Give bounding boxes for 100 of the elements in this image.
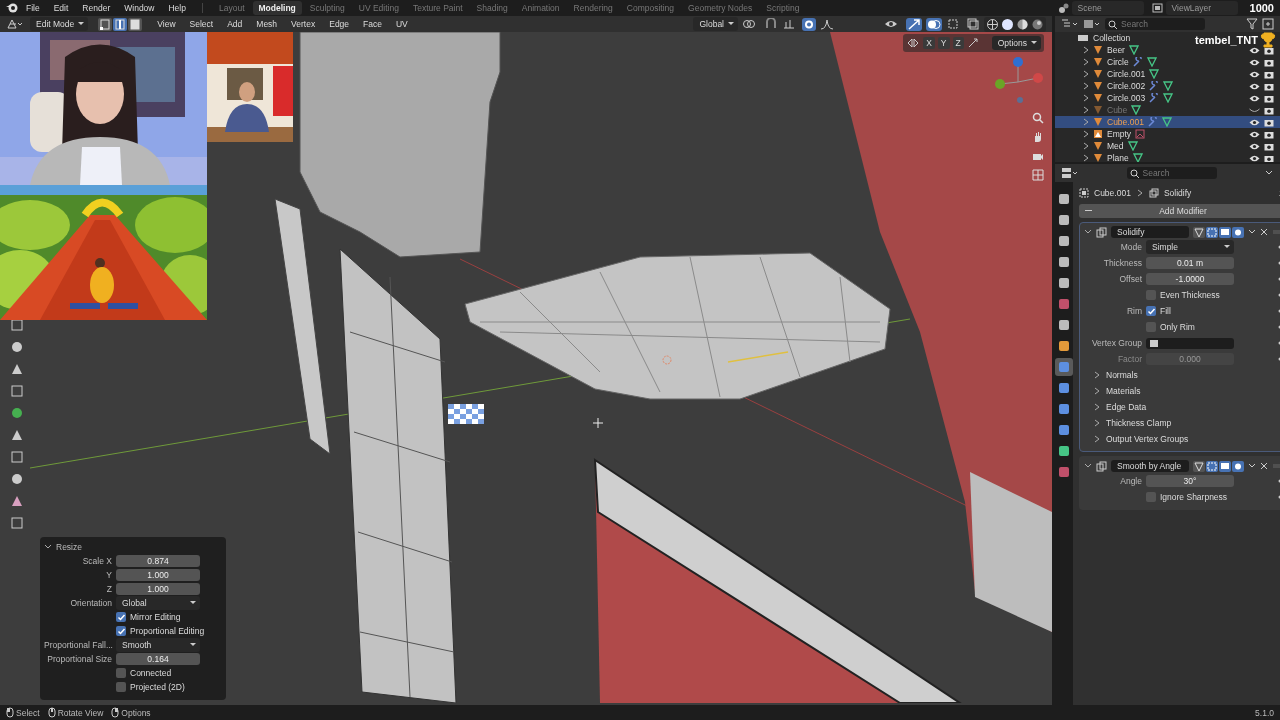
collection-name[interactable]: Collection bbox=[1093, 33, 1131, 43]
menu-item[interactable]: Edit bbox=[47, 3, 75, 13]
mesh-data-icon[interactable] bbox=[1163, 81, 1174, 91]
mesh-data-icon[interactable] bbox=[1146, 57, 1157, 67]
menu-item[interactable]: Vertex bbox=[286, 19, 321, 29]
number-field[interactable]: 0.01 m bbox=[1146, 257, 1234, 269]
subpanel-header[interactable]: Thickness Clamp bbox=[1084, 415, 1280, 431]
solid-shading-icon[interactable] bbox=[1001, 17, 1014, 31]
menu-item[interactable]: Mesh bbox=[251, 19, 283, 29]
subpanel-header[interactable]: Normals bbox=[1084, 367, 1280, 383]
number-field[interactable]: 0.164 bbox=[116, 653, 200, 665]
filter-icon[interactable] bbox=[1246, 18, 1258, 30]
tool-icon[interactable] bbox=[10, 406, 24, 420]
outliner-row[interactable]: Circle.002 bbox=[1055, 80, 1280, 92]
eye-icon[interactable] bbox=[1249, 81, 1260, 91]
mode-dropdown[interactable]: Edit Mode bbox=[30, 17, 89, 31]
dropdown[interactable]: Simple bbox=[1146, 240, 1234, 254]
workspace-tab[interactable]: Rendering bbox=[567, 1, 619, 15]
camera-icon[interactable] bbox=[1264, 153, 1274, 162]
overlays-icon[interactable] bbox=[926, 17, 942, 31]
close-icon[interactable] bbox=[1260, 462, 1268, 470]
view-layer-field[interactable]: ViewLayer bbox=[1165, 1, 1238, 15]
falloff-curve-icon[interactable] bbox=[820, 18, 836, 30]
mesh-data-icon[interactable] bbox=[1163, 93, 1174, 103]
search-field[interactable]: Search bbox=[1105, 18, 1205, 30]
search-field[interactable]: Search bbox=[1126, 167, 1217, 179]
subpanel-header[interactable]: Edge Data bbox=[1084, 399, 1280, 415]
add-modifier-button[interactable]: Add Modifier bbox=[1079, 204, 1280, 218]
scene-field[interactable]: Scene bbox=[1071, 1, 1144, 15]
tool-icon[interactable] bbox=[10, 472, 24, 486]
eye-icon[interactable] bbox=[1249, 153, 1260, 162]
workspace-tab[interactable]: UV Editing bbox=[352, 1, 405, 15]
tool-icon[interactable] bbox=[10, 384, 24, 398]
eye-icon[interactable] bbox=[1249, 93, 1260, 103]
checkbox[interactable] bbox=[1146, 322, 1156, 332]
number-field[interactable]: 1.000 bbox=[116, 569, 200, 581]
chevron-down-icon[interactable] bbox=[1248, 462, 1256, 470]
toggle-icon[interactable] bbox=[1232, 226, 1244, 238]
wrench-icon[interactable] bbox=[1132, 57, 1143, 67]
menu-item[interactable]: Window bbox=[118, 3, 161, 13]
camera-icon[interactable] bbox=[1264, 141, 1274, 151]
outliner-row[interactable]: Med bbox=[1055, 140, 1280, 152]
wrench-icon[interactable] bbox=[1147, 117, 1158, 127]
subpanel-header[interactable]: Output Vertex Groups bbox=[1084, 431, 1280, 447]
menu-item[interactable]: Render bbox=[76, 3, 117, 13]
eye-icon[interactable] bbox=[1249, 117, 1260, 127]
outliner-row[interactable]: Circle.001 bbox=[1055, 68, 1280, 80]
filter-mode-icon[interactable] bbox=[1083, 18, 1101, 30]
number-field[interactable]: 30° bbox=[1146, 475, 1234, 487]
close-icon[interactable] bbox=[1260, 228, 1268, 236]
wireframe-shading-icon[interactable] bbox=[986, 17, 999, 31]
tool-icon[interactable] bbox=[10, 428, 24, 442]
panel-header[interactable]: Resize bbox=[44, 540, 222, 554]
menu-item[interactable]: Select bbox=[184, 19, 219, 29]
mirror-axis-toggle[interactable]: X bbox=[923, 37, 935, 49]
workspace-tab[interactable]: Scripting bbox=[760, 1, 806, 15]
camera-icon[interactable] bbox=[1264, 57, 1274, 67]
toggle-icon[interactable] bbox=[1193, 460, 1205, 472]
eye-icon[interactable] bbox=[1249, 57, 1260, 67]
mirror-axis-toggle[interactable]: Z bbox=[952, 37, 964, 49]
auto-merge-icon[interactable] bbox=[966, 37, 981, 49]
outliner-row[interactable]: Circle bbox=[1055, 56, 1280, 68]
select-mode-icon[interactable] bbox=[113, 17, 128, 31]
mesh-data-icon[interactable] bbox=[1132, 153, 1143, 162]
mesh-data-icon[interactable] bbox=[1127, 141, 1138, 151]
material-shading-icon[interactable] bbox=[1016, 17, 1029, 31]
workspace-tab[interactable]: Sculpting bbox=[303, 1, 351, 15]
breadcrumb-object[interactable]: Cube.001 bbox=[1094, 188, 1131, 198]
checkbox[interactable] bbox=[116, 626, 126, 636]
editor-type-icon[interactable] bbox=[1061, 167, 1079, 179]
modifier-name-field[interactable]: Solidify bbox=[1111, 226, 1189, 238]
toggle-icon[interactable] bbox=[1206, 460, 1218, 472]
tool-icon[interactable] bbox=[10, 494, 24, 508]
mirror-icon[interactable] bbox=[906, 37, 921, 49]
hand-icon[interactable] bbox=[1032, 131, 1044, 143]
scene-icon[interactable] bbox=[1057, 2, 1070, 14]
checkbox[interactable] bbox=[1146, 290, 1156, 300]
checkbox[interactable] bbox=[1146, 306, 1156, 316]
menu-item[interactable]: UV bbox=[391, 19, 413, 29]
camera-icon[interactable] bbox=[1264, 93, 1274, 103]
snap-icon[interactable] bbox=[764, 18, 778, 30]
editor-type-icon[interactable] bbox=[6, 18, 22, 30]
menu-item[interactable]: Face bbox=[358, 19, 387, 29]
zoom-icon[interactable] bbox=[1032, 112, 1044, 124]
tool-icon[interactable] bbox=[10, 516, 24, 530]
outliner-row[interactable]: Circle.003 bbox=[1055, 92, 1280, 104]
camera-icon[interactable] bbox=[1264, 69, 1274, 79]
tool-icon[interactable] bbox=[10, 450, 24, 464]
subpanel-header[interactable]: Materials bbox=[1084, 383, 1280, 399]
select-mode-icon[interactable] bbox=[98, 17, 113, 31]
toggle-icon[interactable] bbox=[1206, 226, 1218, 238]
menu-item[interactable]: View bbox=[152, 19, 181, 29]
camera-icon[interactable] bbox=[1264, 105, 1274, 115]
dropdown[interactable]: Global bbox=[116, 596, 200, 610]
modifier-name-field[interactable]: Smooth by Angle bbox=[1111, 460, 1189, 472]
wrench-icon[interactable] bbox=[1149, 93, 1160, 103]
checkbox[interactable] bbox=[116, 668, 126, 678]
options-dropdown[interactable]: Options bbox=[991, 36, 1041, 50]
camera-icon[interactable] bbox=[1264, 45, 1274, 55]
outliner-row[interactable]: Empty bbox=[1055, 128, 1280, 140]
